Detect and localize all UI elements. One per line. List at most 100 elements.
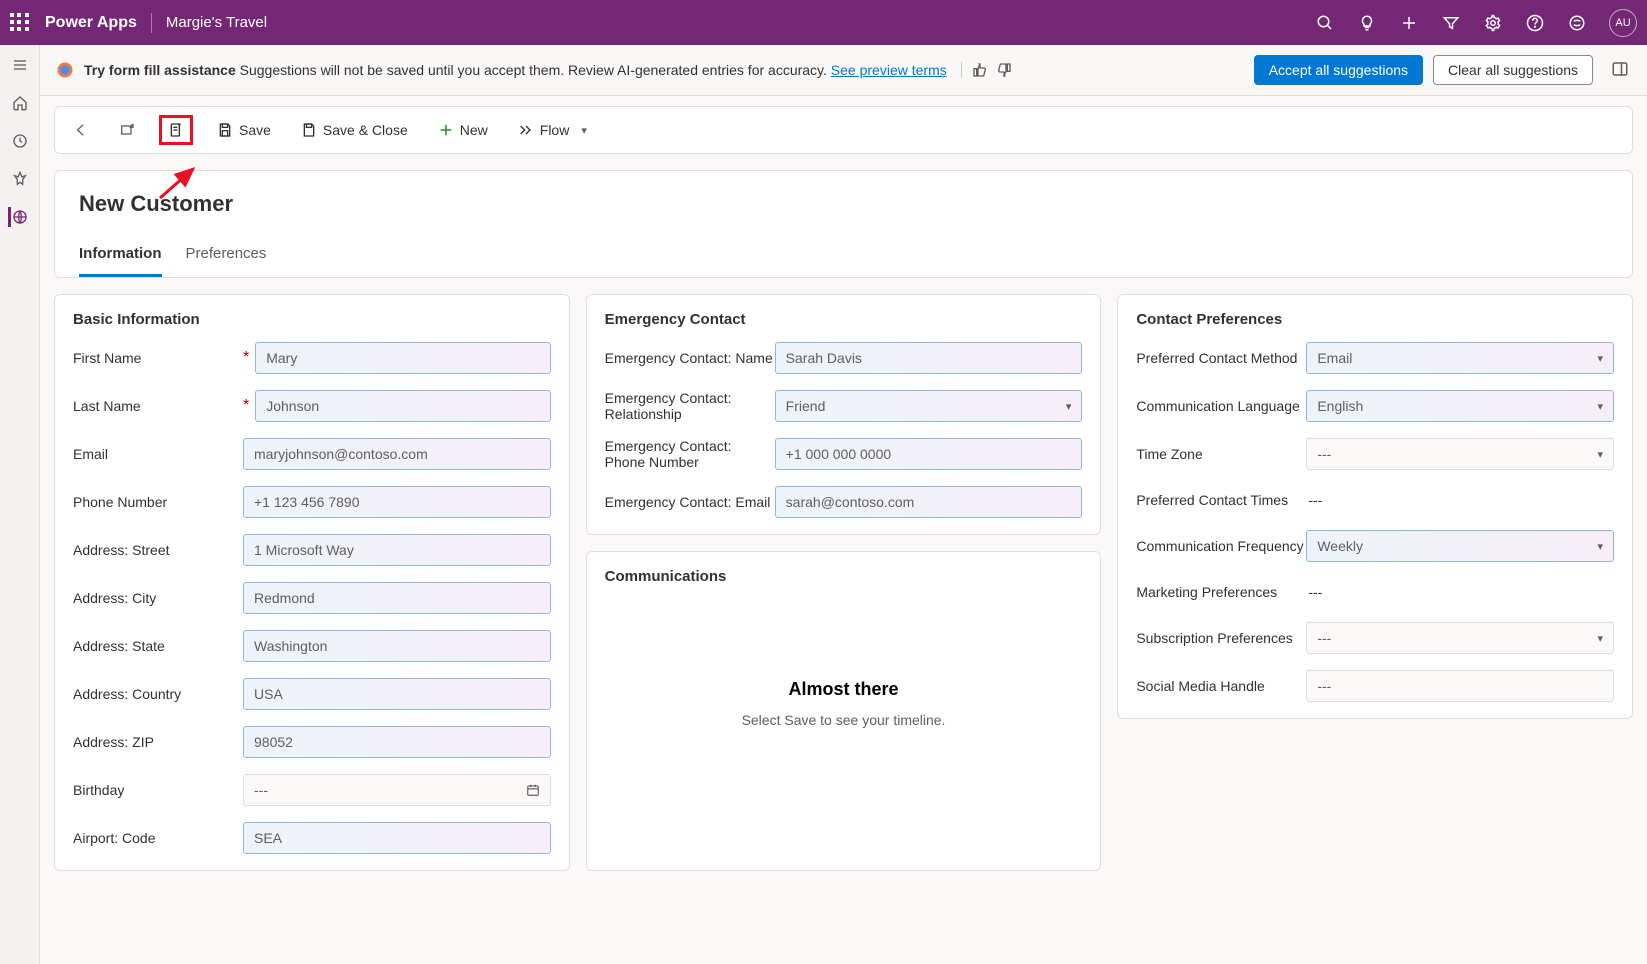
left-nav-rail <box>0 45 40 964</box>
thumbs-down-icon[interactable] <box>996 62 1012 78</box>
help-icon[interactable] <box>1525 13 1545 33</box>
ec-phone-field[interactable] <box>775 438 1083 470</box>
new-button[interactable]: New <box>432 118 494 142</box>
copilot-icon <box>56 61 74 79</box>
tab-information[interactable]: Information <box>79 245 162 277</box>
last-name-label: Last Name <box>73 398 243 414</box>
ec-rel-field[interactable]: Friend▾ <box>775 390 1083 422</box>
times-value: --- <box>1306 486 1614 514</box>
social-field[interactable]: --- <box>1306 670 1614 702</box>
freq-label: Communication Frequency <box>1136 538 1306 554</box>
chevron-down-icon: ▾ <box>1066 400 1072 413</box>
first-name-label: First Name <box>73 350 243 366</box>
zip-label: Address: ZIP <box>73 734 243 750</box>
section-title: Contact Preferences <box>1136 311 1614 328</box>
social-label: Social Media Handle <box>1136 678 1306 694</box>
global-header: Power Apps Margie's Travel AU <box>0 0 1647 45</box>
form-assist-bar: Try form fill assistance Suggestions wil… <box>40 45 1647 96</box>
copilot-header-icon[interactable] <box>1567 13 1587 33</box>
chevron-down-icon: ▾ <box>1597 540 1603 553</box>
save-close-button[interactable]: Save & Close <box>295 118 414 142</box>
mkt-label: Marketing Preferences <box>1136 584 1306 600</box>
section-title: Basic Information <box>73 311 551 328</box>
state-label: Address: State <box>73 638 243 654</box>
tz-label: Time Zone <box>1136 446 1306 462</box>
app-title: Power Apps <box>45 14 137 32</box>
back-button[interactable] <box>67 118 95 142</box>
country-label: Address: Country <box>73 686 243 702</box>
communications-section: Communications Almost there Select Save … <box>586 551 1102 871</box>
filter-icon[interactable] <box>1441 13 1461 33</box>
thumbs-up-icon[interactable] <box>972 62 988 78</box>
ec-name-label: Emergency Contact: Name <box>605 350 775 366</box>
lightbulb-icon[interactable] <box>1357 13 1377 33</box>
city-label: Address: City <box>73 590 243 606</box>
gear-icon[interactable] <box>1483 13 1503 33</box>
sub-field[interactable]: ---▾ <box>1306 622 1614 654</box>
accept-all-button[interactable]: Accept all suggestions <box>1254 55 1423 85</box>
section-title: Emergency Contact <box>605 311 1083 328</box>
preview-terms-link[interactable]: See preview terms <box>831 62 947 78</box>
search-icon[interactable] <box>1315 13 1335 33</box>
times-label: Preferred Contact Times <box>1136 492 1306 508</box>
environment-name: Margie's Travel <box>166 14 267 31</box>
phone-field[interactable] <box>243 486 551 518</box>
form-fill-toolbar-button[interactable] <box>159 115 193 145</box>
chevron-down-icon: ▾ <box>1597 400 1603 413</box>
ec-rel-label: Emergency Contact: Relationship <box>605 390 775 422</box>
lang-label: Communication Language <box>1136 398 1306 414</box>
street-label: Address: Street <box>73 542 243 558</box>
pin-icon[interactable] <box>10 169 30 189</box>
user-avatar[interactable]: AU <box>1609 9 1637 37</box>
email-field[interactable] <box>243 438 551 470</box>
lang-field[interactable]: English▾ <box>1306 390 1614 422</box>
chevron-down-icon: ▾ <box>1597 448 1603 461</box>
street-field[interactable] <box>243 534 551 566</box>
last-name-field[interactable] <box>255 390 550 422</box>
flow-button[interactable]: Flow▾ <box>512 118 593 142</box>
method-label: Preferred Contact Method <box>1136 350 1306 366</box>
assist-title: Try form fill assistance <box>84 62 236 78</box>
hamburger-icon[interactable] <box>10 55 30 75</box>
zip-field[interactable] <box>243 726 551 758</box>
tab-preferences[interactable]: Preferences <box>186 245 267 277</box>
timeline-empty-sub: Select Save to see your timeline. <box>625 712 1063 728</box>
globe-icon[interactable] <box>8 207 28 227</box>
basic-info-section: Basic Information First Name* Last Name*… <box>54 294 570 871</box>
ec-name-field[interactable] <box>775 342 1083 374</box>
calendar-icon[interactable] <box>526 783 540 797</box>
section-title: Communications <box>605 568 1083 585</box>
clear-all-button[interactable]: Clear all suggestions <box>1433 55 1593 85</box>
assist-text: Suggestions will not be saved until you … <box>236 62 831 78</box>
tz-field[interactable]: ---▾ <box>1306 438 1614 470</box>
birthday-label: Birthday <box>73 782 243 798</box>
state-field[interactable] <box>243 630 551 662</box>
email-label: Email <box>73 446 243 462</box>
airport-field[interactable] <box>243 822 551 854</box>
first-name-field[interactable] <box>255 342 550 374</box>
emergency-section: Emergency Contact Emergency Contact: Nam… <box>586 294 1102 535</box>
open-pane-button[interactable] <box>113 118 141 142</box>
add-icon[interactable] <box>1399 13 1419 33</box>
timeline-empty-title: Almost there <box>625 679 1063 700</box>
phone-label: Phone Number <box>73 494 243 510</box>
contact-prefs-section: Contact Preferences Preferred Contact Me… <box>1117 294 1633 719</box>
divider <box>151 13 152 33</box>
birthday-field[interactable]: --- <box>243 774 551 806</box>
home-icon[interactable] <box>10 93 30 113</box>
page-title: New Customer <box>79 191 1608 217</box>
method-field[interactable]: Email▾ <box>1306 342 1614 374</box>
chevron-down-icon: ▾ <box>1597 632 1603 645</box>
recent-icon[interactable] <box>10 131 30 151</box>
app-launcher-icon[interactable] <box>10 13 30 33</box>
mkt-value: --- <box>1306 578 1614 606</box>
freq-field[interactable]: Weekly▾ <box>1306 530 1614 562</box>
copilot-panel-icon[interactable] <box>1611 60 1631 80</box>
city-field[interactable] <box>243 582 551 614</box>
chevron-down-icon: ▾ <box>1597 352 1603 365</box>
country-field[interactable] <box>243 678 551 710</box>
save-button[interactable]: Save <box>211 118 277 142</box>
airport-label: Airport: Code <box>73 830 243 846</box>
ec-email-field[interactable] <box>775 486 1083 518</box>
command-bar: Save Save & Close New Flow▾ <box>54 106 1633 154</box>
